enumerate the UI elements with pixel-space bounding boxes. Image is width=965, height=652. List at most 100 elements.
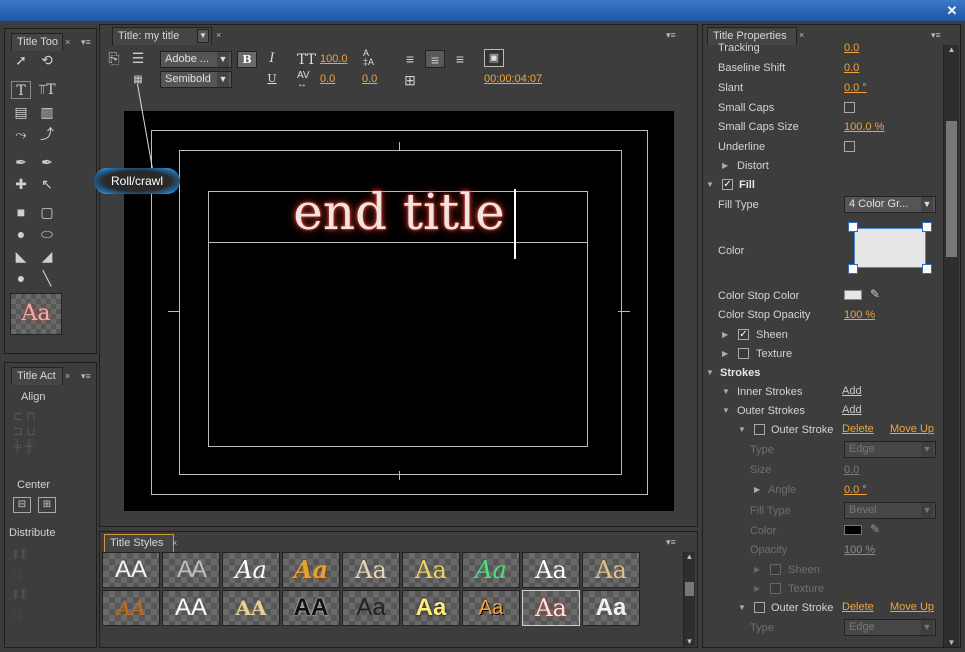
- tracking-value[interactable]: 0.0: [844, 39, 859, 57]
- center-horizontal-icon[interactable]: ⊟: [13, 497, 31, 513]
- distribute-spacing-icon[interactable]: ⫶ ⫶: [13, 605, 59, 625]
- show-video-icon[interactable]: ▣: [484, 49, 504, 67]
- style-swatch[interactable]: Aa: [342, 590, 400, 626]
- inner-strokes-collapse-icon[interactable]: ▼: [722, 383, 730, 401]
- color-stop-handle[interactable]: [922, 264, 932, 274]
- align-center-text-icon[interactable]: ≡: [425, 50, 445, 68]
- tab-title-tools[interactable]: Title Too: [11, 33, 63, 51]
- font-size-value[interactable]: 100.0: [320, 50, 348, 68]
- italic-button[interactable]: I: [262, 51, 282, 68]
- outer-stroke2-collapse-icon[interactable]: ▼: [738, 599, 746, 617]
- stroke-angle-value[interactable]: 0.0 °: [844, 481, 867, 499]
- sheen-checkbox[interactable]: ✓: [738, 329, 749, 340]
- distribute-center-icon[interactable]: ⫶ ⫶: [13, 565, 59, 585]
- underline-button[interactable]: U: [262, 71, 282, 88]
- small-caps-checkbox[interactable]: [844, 102, 855, 113]
- convert-anchor-tool-icon[interactable]: ↖: [37, 175, 57, 193]
- scroll-thumb[interactable]: [685, 582, 694, 596]
- style-swatch[interactable]: AA: [282, 590, 340, 626]
- center-vertical-icon[interactable]: ⊞: [38, 497, 56, 513]
- style-swatch[interactable]: AA: [222, 590, 280, 626]
- scroll-thumb[interactable]: [946, 121, 957, 257]
- style-swatch[interactable]: Aa: [222, 552, 280, 588]
- vertical-path-type-tool-icon[interactable]: ⤴: [37, 125, 57, 143]
- area-type-tool-icon[interactable]: ▤: [11, 103, 31, 121]
- outer-stroke2-delete-link[interactable]: Delete: [842, 598, 874, 616]
- outer-stroke-delete-link[interactable]: Delete: [842, 420, 874, 438]
- color-stop-handle[interactable]: [848, 264, 858, 274]
- stroke-size-value[interactable]: 0.0: [844, 461, 859, 479]
- style-swatch[interactable]: Aa: [582, 590, 640, 626]
- outer-stroke2-checkbox[interactable]: [754, 602, 765, 613]
- style-swatch[interactable]: Aa: [402, 552, 460, 588]
- strokes-collapse-icon[interactable]: ▼: [706, 364, 714, 382]
- fill-type-dropdown[interactable]: 4 Color Gr... ▼: [844, 196, 936, 213]
- stroke-sheen-checkbox[interactable]: [770, 564, 781, 575]
- eyedropper-icon[interactable]: ✎: [870, 287, 880, 301]
- kerning-value[interactable]: 0.0: [320, 70, 335, 88]
- scroll-down-icon[interactable]: ▼: [944, 638, 959, 647]
- clipped-rectangle-tool-icon[interactable]: ●: [11, 225, 31, 243]
- style-swatch[interactable]: Aa: [402, 590, 460, 626]
- ellipse-tool-icon[interactable]: ●: [11, 269, 31, 287]
- title-text-object[interactable]: end title: [214, 181, 584, 243]
- leading-value[interactable]: 0.0: [362, 70, 377, 88]
- align-center-icon[interactable]: ⊐ ⊔: [13, 424, 59, 439]
- add-anchor-tool-icon[interactable]: ✚: [11, 175, 31, 193]
- outer-strokes-add-link[interactable]: Add: [842, 401, 862, 419]
- panel-options-icon[interactable]: ▾≡: [666, 537, 680, 547]
- align-right-icon[interactable]: ╪ ╫: [13, 439, 59, 454]
- stroke-sheen-expand-icon[interactable]: ▶: [754, 561, 760, 579]
- stroke-color-swatch[interactable]: [844, 525, 862, 535]
- tab-close-icon[interactable]: ×: [799, 30, 813, 40]
- color-stop-handle[interactable]: [922, 222, 932, 232]
- tab-title-actions[interactable]: Title Act: [11, 367, 63, 385]
- color-stop-swatch[interactable]: [844, 290, 862, 300]
- distort-expand-icon[interactable]: ▶: [722, 157, 728, 175]
- new-title-icon[interactable]: ⎘: [104, 49, 124, 67]
- style-swatch[interactable]: AA: [162, 590, 220, 626]
- path-type-tool-icon[interactable]: ⤳: [11, 125, 31, 143]
- rounded-rectangle-tool-icon[interactable]: ▢: [37, 203, 57, 221]
- align-left-text-icon[interactable]: ≡: [400, 50, 420, 68]
- scroll-up-icon[interactable]: ▲: [944, 45, 959, 54]
- style-swatch[interactable]: AA: [162, 552, 220, 588]
- align-right-text-icon[interactable]: ≡: [450, 50, 470, 68]
- outer-strokes-collapse-icon[interactable]: ▼: [722, 402, 730, 420]
- scroll-down-icon[interactable]: ▼: [684, 637, 695, 646]
- distribute-right-icon[interactable]: ⫼ ⫼: [13, 585, 59, 605]
- roll-crawl-icon[interactable]: ☰: [128, 49, 148, 67]
- tab-title-styles[interactable]: Title Styles: [104, 534, 174, 552]
- title-dropdown-icon[interactable]: ▼: [197, 29, 209, 43]
- title-canvas[interactable]: end title: [124, 111, 674, 511]
- texture-expand-icon[interactable]: ▶: [722, 345, 728, 363]
- close-icon[interactable]: ✕: [945, 4, 959, 18]
- inner-strokes-add-link[interactable]: Add: [842, 382, 862, 400]
- pen-tool-icon[interactable]: ✒: [11, 153, 31, 171]
- style-swatch[interactable]: AA: [102, 552, 160, 588]
- panel-menu-icon[interactable]: ×: [65, 371, 79, 381]
- delete-anchor-tool-icon[interactable]: ✒: [37, 153, 57, 171]
- underline-checkbox[interactable]: [844, 141, 855, 152]
- style-swatch-selected[interactable]: Aa: [522, 590, 580, 626]
- panel-menu-icon[interactable]: ×: [65, 37, 79, 47]
- timecode-value[interactable]: 00:00:04:07: [484, 70, 542, 88]
- outer-stroke-collapse-icon[interactable]: ▼: [738, 421, 746, 439]
- angle-expand-icon[interactable]: ▶: [754, 481, 760, 499]
- align-left-icon[interactable]: ⊏ ⊓: [13, 409, 59, 424]
- gradient-color-box[interactable]: [848, 222, 932, 274]
- style-swatch[interactable]: Aa: [582, 552, 640, 588]
- type-tool-icon[interactable]: T: [11, 81, 31, 99]
- rounded-corner-tool-icon[interactable]: ⬭: [37, 225, 57, 243]
- outer-stroke2-moveup-link[interactable]: Move Up: [890, 598, 934, 616]
- arc-tool-icon[interactable]: ◢: [37, 247, 57, 265]
- panel-options-icon[interactable]: ▾≡: [666, 30, 680, 40]
- panel-options-icon[interactable]: ▾≡: [81, 371, 95, 381]
- bold-button[interactable]: B: [237, 51, 257, 68]
- style-swatch[interactable]: Aa: [522, 552, 580, 588]
- stroke-opacity-value[interactable]: 100 %: [844, 541, 875, 559]
- style-swatch[interactable]: Aa: [342, 552, 400, 588]
- fill-collapse-icon[interactable]: ▼: [706, 176, 714, 194]
- eyedropper-icon[interactable]: ✎: [870, 522, 880, 536]
- style-swatch[interactable]: Aa: [462, 590, 520, 626]
